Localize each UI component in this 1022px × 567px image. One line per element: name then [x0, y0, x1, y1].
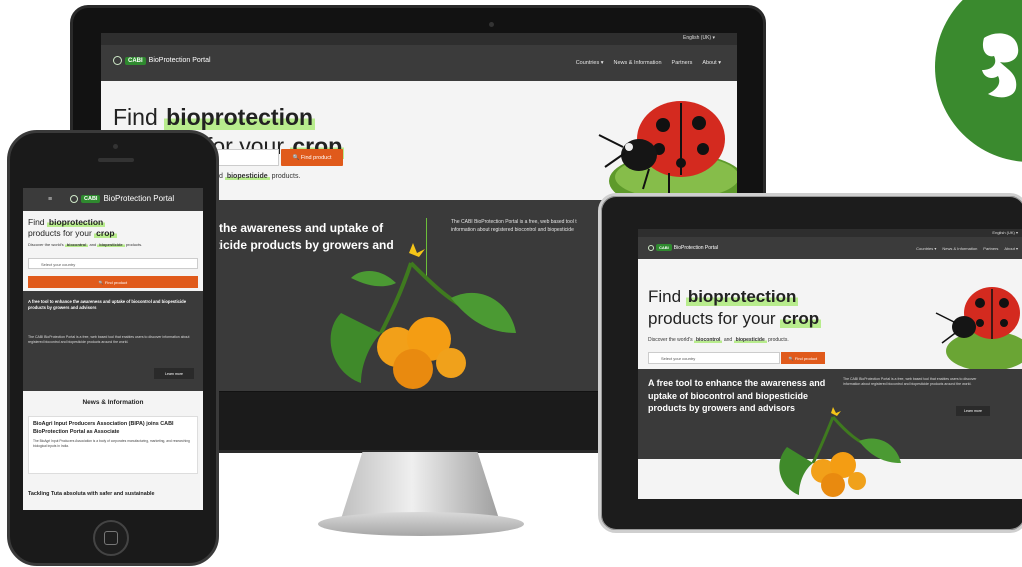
- cabi-globe-icon: [113, 56, 122, 65]
- intro-band: A free tool to enhance the awareness and…: [23, 291, 203, 391]
- hamburger-menu-icon[interactable]: ≡: [48, 196, 52, 203]
- nav-about[interactable]: About ▾: [1004, 246, 1018, 251]
- intro-description: The CABI BioProtection Portal is a free,…: [843, 377, 977, 386]
- find-product-button[interactable]: 🔍 Find product: [28, 276, 198, 288]
- top-utility-bar: English (UK) ▾: [638, 229, 1022, 237]
- webcam-icon: [489, 22, 494, 27]
- hero-title: Find bioprotection products for your cro…: [28, 217, 117, 238]
- hero-subtitle: Discover the world's biocontrol and biop…: [28, 242, 143, 247]
- news-card[interactable]: BioAgri Input Producers Association (BIP…: [28, 416, 198, 474]
- portal-name: BioProtection Portal: [103, 194, 175, 203]
- site-logo[interactable]: CABI BioProtection Portal: [648, 244, 718, 251]
- nav-countries[interactable]: Countries ▾: [576, 60, 604, 66]
- hero-title: Find bioprotection: [113, 104, 316, 130]
- leaf-logo-icon: [982, 33, 1019, 98]
- intro-description: The CABI BioProtection Portal is a free,…: [28, 335, 190, 344]
- monitor-stand-base: [318, 512, 524, 536]
- nav-about[interactable]: About ▾: [702, 60, 721, 66]
- cabi-globe-icon: [70, 194, 78, 203]
- tomato-plant-image: [330, 243, 516, 389]
- device-mockup-stage: English (UK) ▾ CABI BioProtection Portal…: [0, 0, 1022, 567]
- portal-name: BioProtection Portal: [673, 244, 718, 251]
- top-utility-bar: English (UK) ▾: [101, 33, 737, 45]
- cabi-badge: CABI: [81, 194, 101, 203]
- cabi-globe-icon: [648, 244, 654, 251]
- site-logo[interactable]: CABI BioProtection Portal: [113, 56, 211, 65]
- learn-more-button[interactable]: Learn more: [154, 368, 194, 379]
- speaker-grille: [98, 158, 134, 162]
- main-navbar: CABI BioProtection Portal Countries ▾ Ne…: [101, 45, 737, 81]
- front-camera-icon: [113, 144, 118, 149]
- main-navbar: CABI BioProtection Portal Countries ▾ Ne…: [638, 237, 1022, 259]
- language-selector[interactable]: English (UK) ▾: [992, 230, 1018, 235]
- intro-tagline: A free tool to enhance the awareness and…: [28, 299, 187, 310]
- portal-name: BioProtection Portal: [148, 57, 211, 64]
- news-card-title[interactable]: Tackling Tuta absoluta with safer and su…: [28, 491, 198, 497]
- news-card-title[interactable]: BioAgri Input Producers Association (BIP…: [33, 421, 195, 436]
- site-logo[interactable]: CABI BioProtection Portal: [70, 194, 174, 203]
- find-product-button[interactable]: 🔍 Find product: [781, 352, 825, 364]
- cabi-badge: CABI: [656, 244, 672, 251]
- nav-menu: Countries ▾ News & Information Partners …: [576, 60, 721, 66]
- ladybug-image: [935, 287, 1022, 369]
- country-select[interactable]: Select your country: [648, 352, 780, 364]
- ladybug-image: [598, 101, 737, 205]
- nav-partners[interactable]: Partners: [983, 246, 998, 251]
- phone-screen: ≡ CABI BioProtection Portal Find bioprot…: [23, 188, 203, 510]
- nav-news[interactable]: News & Information: [614, 60, 662, 66]
- news-heading: News & Information: [82, 399, 144, 406]
- language-selector[interactable]: English (UK) ▾: [683, 35, 715, 41]
- find-product-button[interactable]: 🔍 Find product: [281, 149, 343, 166]
- nav-news[interactable]: News & Information: [942, 246, 977, 251]
- country-select[interactable]: Select your country: [28, 258, 198, 269]
- intro-description: The CABI BioProtection Portal is a free,…: [451, 219, 577, 233]
- cabi-badge: CABI: [125, 56, 146, 65]
- home-square-icon: [104, 531, 118, 545]
- tablet-screen: English (UK) ▾ CABI BioProtection Portal…: [638, 229, 1022, 499]
- news-card-body: The BioAgri Input Producers Association …: [33, 439, 190, 448]
- learn-more-button[interactable]: Learn more: [956, 406, 990, 416]
- tomato-plant-image: [779, 407, 901, 497]
- nav-menu: Countries ▾ News & Information Partners …: [916, 246, 1018, 251]
- nav-countries[interactable]: Countries ▾: [916, 246, 936, 251]
- hero-subtitle: Discover the world's biocontrol and biop…: [648, 337, 789, 343]
- main-navbar: ≡ CABI BioProtection Portal: [23, 188, 203, 211]
- hero-title: Find bioprotection products for your cro…: [648, 287, 822, 328]
- nav-partners[interactable]: Partners: [672, 60, 693, 66]
